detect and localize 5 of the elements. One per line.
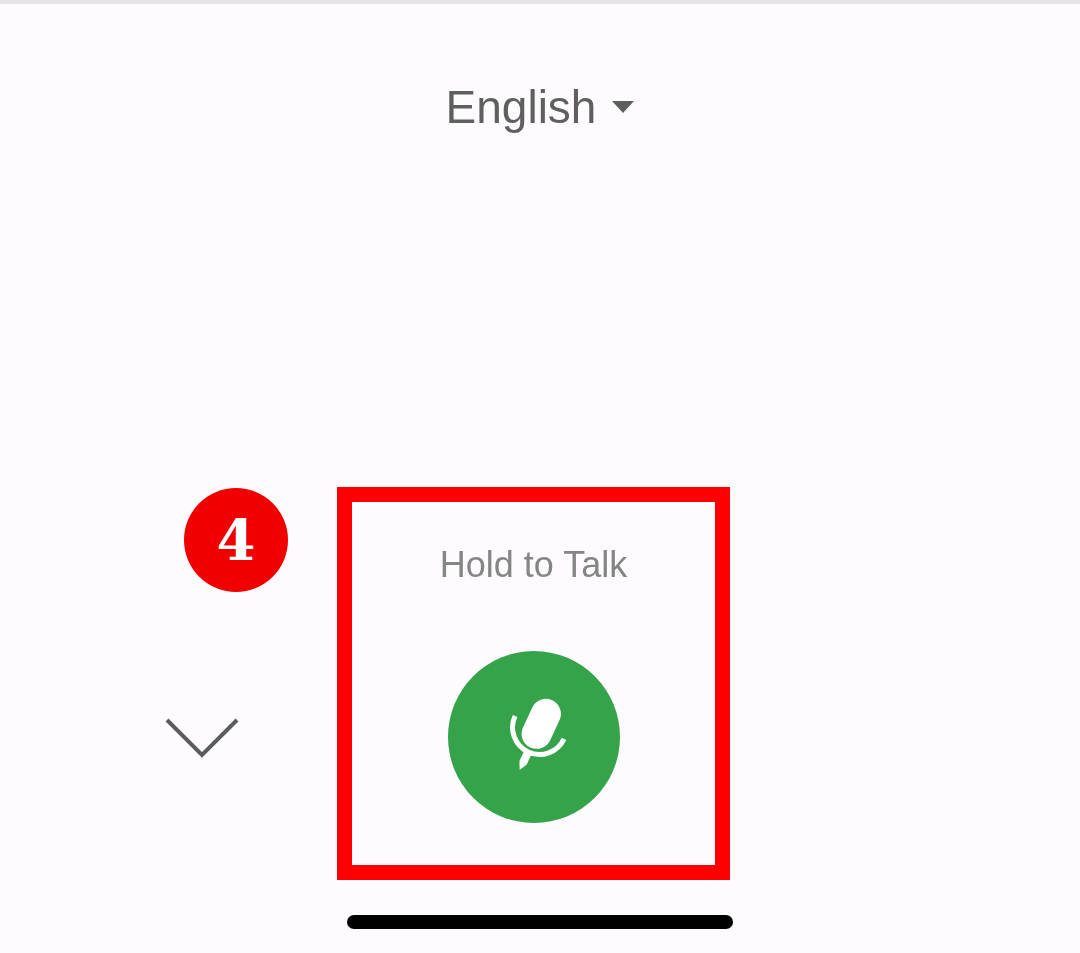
chevron-down-icon[interactable] [165,718,239,758]
hold-to-talk-label: Hold to Talk [439,543,628,587]
language-selector[interactable]: English [445,79,635,135]
step-number-badge: 4 [184,488,288,592]
caret-icon [612,101,635,113]
